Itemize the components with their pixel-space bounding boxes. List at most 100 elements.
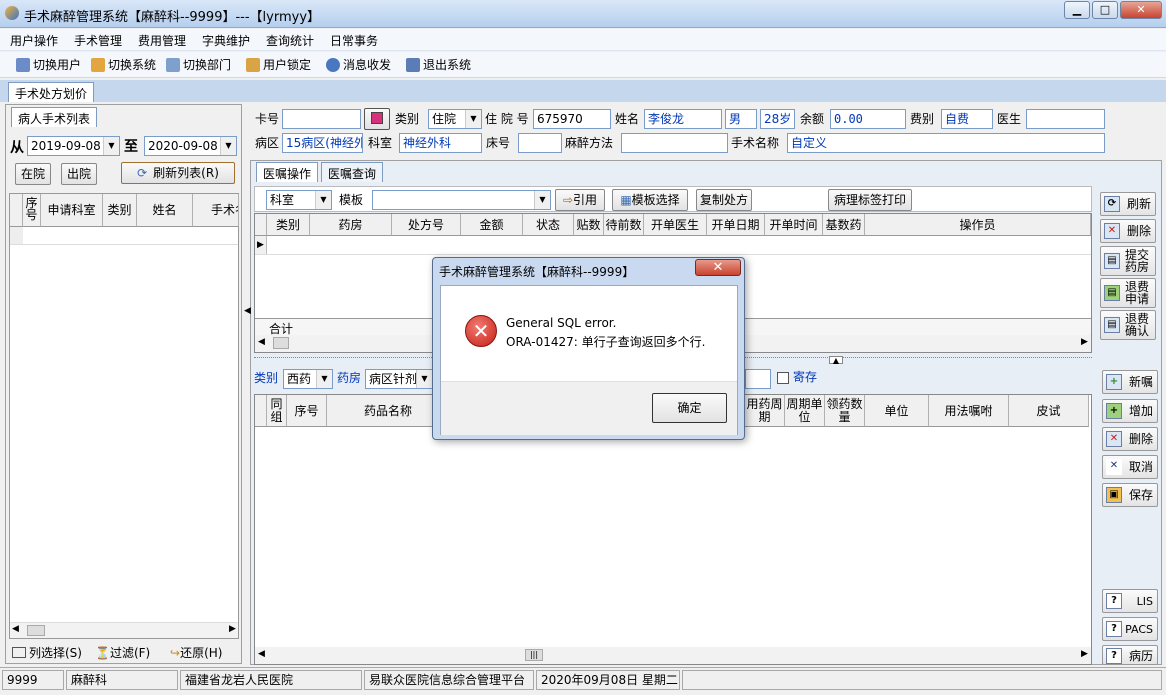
lock-user-button[interactable]: 用户锁定 xyxy=(246,56,311,74)
col-row-header xyxy=(255,214,267,236)
menu-dict[interactable]: 字典维护 xyxy=(202,32,250,49)
cancel-button[interactable]: ✕ 取消 xyxy=(1102,455,1158,479)
tab-order-query[interactable]: 医嘱查询 xyxy=(321,162,384,182)
remove-label: 删除 xyxy=(1128,432,1153,446)
col-unit: 单位 xyxy=(865,395,929,427)
refresh-list-button[interactable]: ⟳ 刷新列表(R) xyxy=(121,162,235,184)
in-hospital-button[interactable]: 在院 xyxy=(15,163,51,185)
bed-input[interactable] xyxy=(518,133,562,153)
table-row[interactable] xyxy=(10,227,238,245)
refund-request-button[interactable]: ▤ 退费申请 xyxy=(1100,278,1156,308)
restore-button[interactable]: ↪还原(H) xyxy=(170,644,222,662)
table-row[interactable]: ▶ xyxy=(255,236,1091,255)
col-dept: 申请科室 xyxy=(41,194,103,227)
close-button[interactable]: ✕ xyxy=(1120,1,1162,19)
dept-input[interactable]: 神经外科 xyxy=(399,133,482,153)
pharmacy-select[interactable]: 病区针剂 ▼ xyxy=(365,369,433,389)
sex-input[interactable]: 男 xyxy=(725,109,757,129)
template-select[interactable]: ▼ xyxy=(372,190,551,210)
scroll-right-icon[interactable]: ▶ xyxy=(1081,337,1088,347)
ward-input[interactable]: 15病区(神经外 xyxy=(282,133,363,153)
scroll-thumb[interactable] xyxy=(27,625,45,636)
chevron-down-icon: ▼ xyxy=(534,191,550,209)
dialog-close-button[interactable]: ✕ xyxy=(695,259,741,276)
remove-button[interactable]: ✕ 删除 xyxy=(1102,427,1158,451)
ok-button[interactable]: 确定 xyxy=(652,393,727,423)
app-icon xyxy=(5,6,19,20)
pacs-button[interactable]: ? PACS xyxy=(1102,617,1158,641)
tab-prescription[interactable]: 手术处方划价 xyxy=(8,82,95,102)
col-seq: 序号 xyxy=(23,194,41,227)
error-line-2: ORA-01427: 单行子查询返回多个行. xyxy=(506,335,706,349)
balance-label: 余额 xyxy=(800,112,825,126)
fee-input[interactable]: 自费 xyxy=(941,109,993,129)
tab-patient-list[interactable]: 病人手术列表 xyxy=(11,107,98,127)
scroll-right-icon[interactable]: ▶ xyxy=(1081,649,1088,659)
scroll-thumb[interactable]: ||| xyxy=(525,649,543,661)
scroll-left-icon[interactable]: ◀ xyxy=(12,624,19,634)
refund-confirm-button[interactable]: ▤ 退费确认 xyxy=(1100,310,1156,340)
message-button[interactable]: 消息收发 xyxy=(326,56,391,74)
minimize-button[interactable]: ▁ xyxy=(1064,1,1090,19)
menu-bar: 用户操作 手术管理 费用管理 字典维护 查询统计 日常事务 xyxy=(0,29,1166,51)
deposit-checkbox[interactable] xyxy=(777,372,789,384)
scroll-left-icon[interactable]: ◀ xyxy=(258,649,265,659)
surgery-input[interactable]: 自定义 xyxy=(787,133,1105,153)
type-select[interactable]: 住院 ▼ xyxy=(428,109,482,129)
scroll-left-icon[interactable]: ◀ xyxy=(258,337,265,347)
copy-prescription-button[interactable]: 复制处方 xyxy=(696,189,752,211)
inpatient-input[interactable]: 675970 xyxy=(533,109,611,129)
new-order-button[interactable]: + 新嘱 xyxy=(1102,370,1158,394)
switch-system-button[interactable]: 切换系统 xyxy=(91,56,156,74)
template-icon: ▦ xyxy=(620,193,632,207)
medical-record-button[interactable]: ? 病历 xyxy=(1102,645,1158,665)
from-date[interactable]: 2019-09-08 ▼ xyxy=(27,136,120,156)
discharged-button[interactable]: 出院 xyxy=(61,163,97,185)
from-date-value: 2019-09-08 xyxy=(31,139,101,153)
menu-surgery[interactable]: 手术管理 xyxy=(74,32,122,49)
delete-button[interactable]: ✕ 删除 xyxy=(1100,219,1156,243)
lis-button[interactable]: ? LIS xyxy=(1102,589,1158,613)
tab-order-ops[interactable]: 医嘱操作 xyxy=(256,162,319,182)
toolbar: 切换用户 切换系统 切换部门 用户锁定 消息收发 退出系统 xyxy=(0,52,1166,78)
col-group: 同组 xyxy=(267,395,287,427)
doctor-input[interactable] xyxy=(1026,109,1105,129)
side-collapse-icon[interactable]: ◀ xyxy=(244,306,251,316)
card-input[interactable] xyxy=(282,109,361,129)
switch-user-button[interactable]: 切换用户 xyxy=(16,56,81,74)
left-panel: 病人手术列表 从 2019-09-08 ▼ 至 2020-09-08 ▼ 在院 出院… xyxy=(5,104,242,664)
scroll-thumb[interactable] xyxy=(273,337,289,349)
card-reader-button[interactable] xyxy=(364,108,390,130)
dept-select[interactable]: 科室 ▼ xyxy=(266,190,332,210)
column-select-button[interactable]: 列选择(S) xyxy=(12,644,82,662)
submit-pharmacy-button[interactable]: ▤ 提交药房 xyxy=(1100,246,1156,276)
lower-filter-input[interactable] xyxy=(745,369,771,389)
horizontal-scrollbar[interactable]: ◀ ||| ▶ xyxy=(255,647,1091,664)
save-button[interactable]: ▣ 保存 xyxy=(1102,483,1158,507)
add-button[interactable]: + 增加 xyxy=(1102,399,1158,423)
menu-query[interactable]: 查询统计 xyxy=(266,32,314,49)
template-select-button[interactable]: ▦模板选择 xyxy=(612,189,688,211)
balance-input[interactable]: 0.00 xyxy=(830,109,906,129)
quote-button[interactable]: ⇨引用 xyxy=(555,189,605,211)
horizontal-scrollbar[interactable]: ◀ ▶ xyxy=(10,622,238,638)
switch-dept-button[interactable]: 切换部门 xyxy=(166,56,231,74)
quote-icon: ⇨ xyxy=(562,193,574,207)
patient-grid[interactable]: 序号 申请科室 类别 姓名 手术名 ◀ ▶ xyxy=(9,193,239,639)
exit-button[interactable]: 退出系统 xyxy=(406,56,471,74)
menu-fee[interactable]: 费用管理 xyxy=(138,32,186,49)
refresh-button[interactable]: ⟳ 刷新 xyxy=(1100,192,1156,216)
collapse-icon[interactable]: ▲ xyxy=(829,356,843,365)
category-select[interactable]: 西药 ▼ xyxy=(283,369,333,389)
name-input[interactable]: 李俊龙 xyxy=(644,109,722,129)
filter-button[interactable]: ⏳过滤(F) xyxy=(95,644,150,662)
scroll-right-icon[interactable]: ▶ xyxy=(229,624,236,634)
menu-user[interactable]: 用户操作 xyxy=(10,32,58,49)
switch-dept-label: 切换部门 xyxy=(183,58,232,72)
print-label-button[interactable]: 病理标签打印 xyxy=(828,189,912,211)
menu-daily[interactable]: 日常事务 xyxy=(330,32,378,49)
maximize-button[interactable]: □ xyxy=(1092,1,1118,19)
to-date[interactable]: 2020-09-08 ▼ xyxy=(144,136,237,156)
age-input[interactable]: 28岁 xyxy=(760,109,795,129)
anesthesia-input[interactable] xyxy=(621,133,728,153)
